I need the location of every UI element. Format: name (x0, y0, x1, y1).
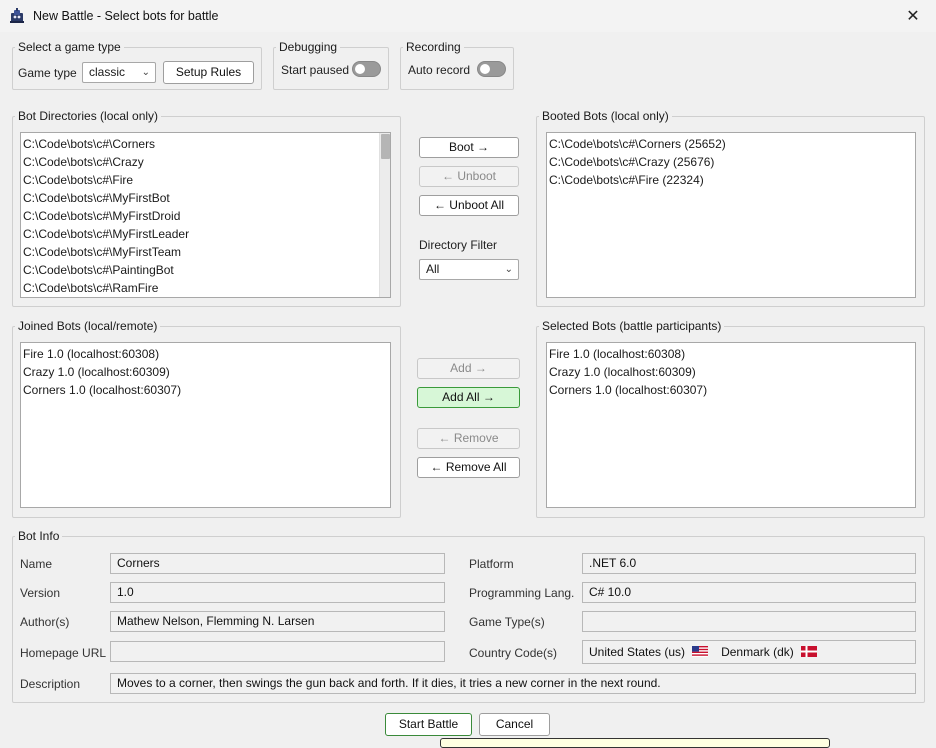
description-label: Description (20, 677, 81, 691)
bot-directories-legend: Bot Directories (local only) (18, 109, 159, 123)
list-item[interactable]: C:\Code\bots\c#\Crazy (25676) (547, 153, 915, 171)
unboot-button[interactable]: ← Unboot (419, 166, 519, 187)
scrollbar-thumb[interactable] (381, 134, 390, 159)
list-item[interactable]: Corners 1.0 (localhost:60307) (547, 381, 915, 399)
list-item[interactable]: C:\Code\bots\c#\MyFirstDroid (21, 207, 390, 225)
name-label: Name (20, 557, 53, 571)
list-item[interactable]: C:\Code\bots\c#\Corners (25652) (547, 135, 915, 153)
list-item[interactable]: C:\Code\bots\c#\MyFirstTeam (21, 243, 390, 261)
chevron-down-icon: ⌄ (504, 264, 513, 275)
list-item[interactable]: Crazy 1.0 (localhost:60309) (547, 363, 915, 381)
authors-label: Author(s) (20, 615, 70, 629)
homepage-label: Homepage URL (20, 646, 107, 660)
programming-lang-label: Programming Lang. (469, 586, 575, 600)
add-all-button[interactable]: Add All → (417, 387, 520, 408)
start-paused-label: Start paused (281, 63, 350, 77)
auto-record-toggle[interactable] (477, 61, 506, 77)
start-battle-button[interactable]: Start Battle (385, 713, 472, 736)
platform-label: Platform (469, 557, 514, 571)
unboot-all-button[interactable]: ← Unboot All (419, 195, 519, 216)
list-item[interactable]: C:\Code\bots\c#\MyFirstBot (21, 189, 390, 207)
list-item[interactable]: C:\Code\bots\c#\Fire (21, 171, 390, 189)
country-us-text: United States (us) (589, 645, 686, 659)
game-type-label: Game type (18, 66, 77, 80)
list-item[interactable]: C:\Code\bots\c#\PaintingBot (21, 261, 390, 279)
directory-filter-select[interactable]: All ⌄ (419, 259, 519, 280)
version-label: Version (20, 586, 61, 600)
platform-field[interactable]: .NET 6.0 (582, 553, 916, 574)
us-flag-icon (692, 646, 709, 657)
country-codes-field[interactable]: United States (us) Denmark (dk) (582, 640, 916, 664)
bot-info-legend: Bot Info (18, 529, 60, 543)
authors-field[interactable]: Mathew Nelson, Flemming N. Larsen (110, 611, 445, 632)
game-type-legend: Select a game type (18, 40, 121, 54)
recording-legend: Recording (406, 40, 461, 54)
list-item[interactable]: Fire 1.0 (localhost:60308) (547, 345, 915, 363)
start-paused-toggle[interactable] (352, 61, 381, 77)
dk-flag-icon (801, 646, 818, 657)
game-types-field[interactable] (582, 611, 916, 632)
auto-record-label: Auto record (408, 63, 471, 77)
homepage-field[interactable] (110, 641, 445, 662)
cancel-button[interactable]: Cancel (479, 713, 550, 736)
joined-bots-legend: Joined Bots (local/remote) (18, 319, 158, 333)
tooltip-edge (440, 738, 830, 748)
bot-directories-list[interactable]: C:\Code\bots\c#\Corners C:\Code\bots\c#\… (20, 132, 391, 298)
version-field[interactable]: 1.0 (110, 582, 445, 603)
game-type-select[interactable]: classic ⌄ (82, 62, 156, 83)
booted-bots-legend: Booted Bots (local only) (542, 109, 669, 123)
list-item[interactable]: C:\Code\bots\c#\Corners (21, 135, 390, 153)
list-item[interactable]: C:\Code\bots\c#\MyFirstLeader (21, 225, 390, 243)
vertical-scrollbar[interactable] (379, 133, 390, 297)
add-button[interactable]: Add → (417, 358, 520, 379)
boot-button[interactable]: Boot → (419, 137, 519, 158)
window-title: New Battle - Select bots for battle (33, 9, 219, 23)
game-type-value: classic (89, 65, 126, 79)
list-item[interactable]: C:\Code\bots\c#\Fire (22324) (547, 171, 915, 189)
remove-all-button[interactable]: ← Remove All (417, 457, 520, 478)
chevron-down-icon: ⌄ (141, 67, 150, 78)
setup-rules-button[interactable]: Setup Rules (163, 61, 254, 84)
country-dk-text: Denmark (dk) (721, 645, 794, 659)
list-item[interactable]: Fire 1.0 (localhost:60308) (21, 345, 390, 363)
directory-filter-value: All (426, 262, 440, 276)
selected-bots-list[interactable]: Fire 1.0 (localhost:60308) Crazy 1.0 (lo… (546, 342, 916, 508)
robot-tank-icon (10, 8, 24, 23)
name-field[interactable]: Corners (110, 553, 445, 574)
debugging-legend: Debugging (279, 40, 338, 54)
list-item[interactable]: C:\Code\bots\c#\RamFire (21, 279, 390, 297)
list-item[interactable]: Corners 1.0 (localhost:60307) (21, 381, 390, 399)
remove-button[interactable]: ← Remove (417, 428, 520, 449)
list-item[interactable]: Crazy 1.0 (localhost:60309) (21, 363, 390, 381)
description-field[interactable]: Moves to a corner, then swings the gun b… (110, 673, 916, 694)
country-codes-label: Country Code(s) (469, 646, 558, 660)
toggle-knob (480, 64, 490, 74)
directory-filter-label: Directory Filter (419, 238, 498, 252)
toggle-knob (355, 64, 365, 74)
booted-bots-list[interactable]: C:\Code\bots\c#\Corners (25652) C:\Code\… (546, 132, 916, 298)
game-types-label: Game Type(s) (469, 615, 545, 629)
close-icon[interactable]: ✕ (904, 8, 922, 26)
selected-bots-legend: Selected Bots (battle participants) (542, 319, 722, 333)
joined-bots-list[interactable]: Fire 1.0 (localhost:60308) Crazy 1.0 (lo… (20, 342, 391, 508)
title-bar: New Battle - Select bots for battle ✕ (0, 0, 936, 32)
programming-lang-field[interactable]: C# 10.0 (582, 582, 916, 603)
list-item[interactable]: C:\Code\bots\c#\Crazy (21, 153, 390, 171)
